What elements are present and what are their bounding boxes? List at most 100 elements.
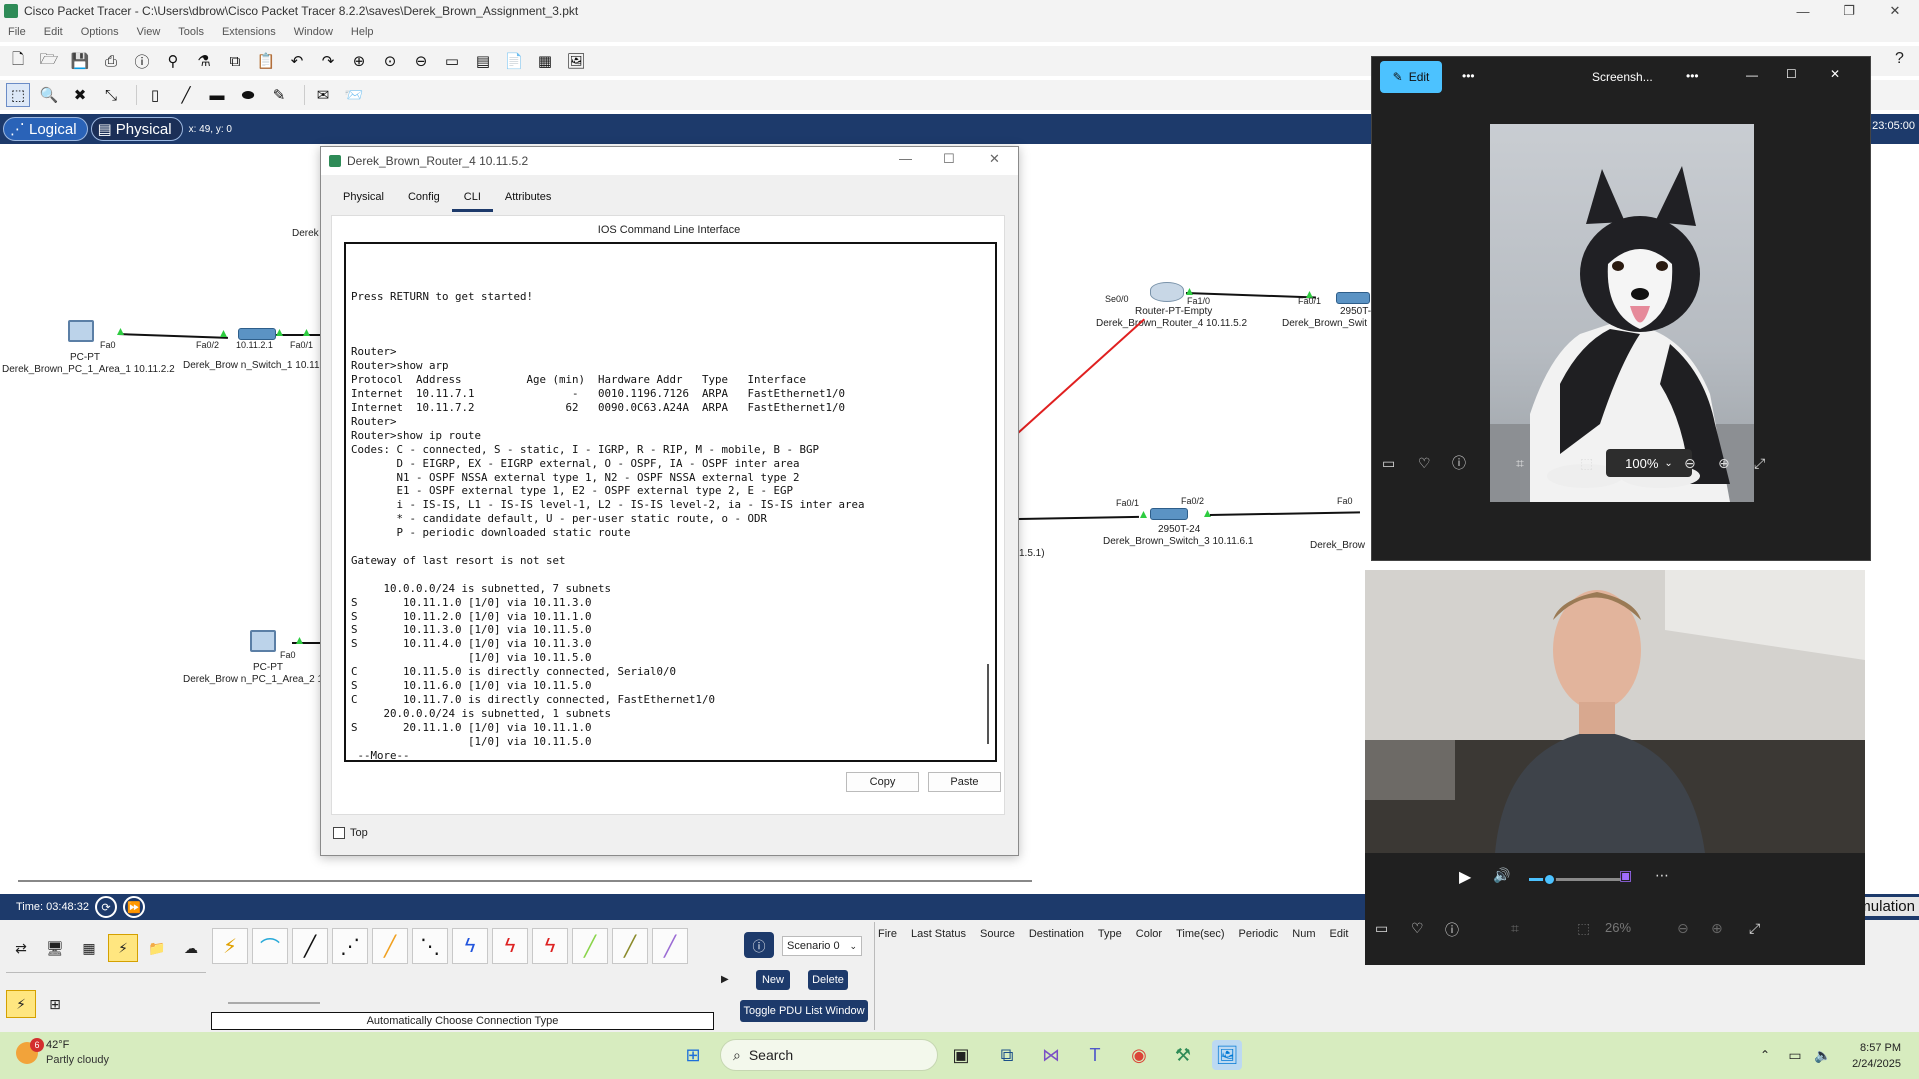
ethernet-link[interactable]: [1209, 511, 1360, 516]
zoom-select[interactable]: 100% ⌄: [1606, 449, 1692, 477]
fullscreen-icon[interactable]: ⤢: [1749, 920, 1760, 937]
delete-scenario-button[interactable]: Delete: [808, 970, 848, 990]
close-icon[interactable]: ✕: [1830, 67, 1840, 81]
custom-device-icon[interactable]: ▤: [471, 49, 495, 73]
serial-dte-cable-icon[interactable]: ϟ: [532, 928, 568, 964]
copy-button[interactable]: Copy: [846, 772, 919, 792]
grid-icon[interactable]: ⊞: [42, 994, 68, 1014]
tab-config[interactable]: Config: [396, 185, 452, 212]
cable-scrollbar[interactable]: [228, 1002, 320, 1004]
serial-dce-cable-icon[interactable]: ϟ: [492, 928, 528, 964]
switch-device-icon[interactable]: [238, 328, 276, 340]
menu-tools[interactable]: Tools: [178, 26, 204, 38]
column-edit[interactable]: Edit: [1330, 928, 1349, 940]
show-hidden-icons-icon[interactable]: ⌃: [1750, 1040, 1780, 1070]
components-icon[interactable]: ▦: [76, 938, 102, 958]
info-icon[interactable]: ⓘ: [130, 49, 154, 73]
crossover-cable-icon[interactable]: ⋰: [332, 928, 368, 964]
filmstrip-icon[interactable]: ▭: [1382, 455, 1395, 472]
column-time[interactable]: Time(sec): [1176, 928, 1224, 940]
webcam-video-frame[interactable]: [1365, 570, 1865, 853]
more-options-icon[interactable]: •••: [1686, 69, 1699, 83]
undo-icon[interactable]: ↶: [285, 49, 309, 73]
notes-icon[interactable]: 📄: [502, 49, 526, 73]
tab-attributes[interactable]: Attributes: [493, 185, 563, 212]
task-view-icon[interactable]: ▣: [946, 1040, 976, 1070]
column-periodic[interactable]: Periodic: [1239, 928, 1279, 940]
fast-forward-icon[interactable]: ⏩: [122, 896, 145, 918]
tab-logical[interactable]: ⋰ Logical: [3, 117, 88, 141]
activity-wizard-icon[interactable]: ⚗: [192, 49, 216, 73]
volume-slider-thumb[interactable]: [1543, 873, 1556, 886]
chrome-icon[interactable]: ◉: [1124, 1040, 1154, 1070]
new-scenario-button[interactable]: New: [756, 970, 790, 990]
column-destination[interactable]: Destination: [1029, 928, 1084, 940]
tab-physical[interactable]: ▤ Physical: [90, 117, 183, 141]
expand-arrow-icon[interactable]: ▶: [721, 974, 729, 985]
draw-line-icon[interactable]: ╱: [174, 83, 198, 107]
iot-cable-icon[interactable]: ╱: [612, 928, 648, 964]
freeform-icon[interactable]: ✎: [267, 83, 291, 107]
tab-cli[interactable]: CLI: [451, 185, 493, 212]
top-checkbox[interactable]: Top: [333, 827, 368, 839]
auto-connection-icon[interactable]: ⚡: [6, 990, 36, 1018]
menu-options[interactable]: Options: [81, 26, 119, 38]
favorite-heart-icon[interactable]: ♡: [1418, 455, 1431, 472]
windows-start-icon[interactable]: ⊞: [678, 1040, 708, 1070]
save-icon[interactable]: 💾: [68, 49, 92, 73]
pc-device-icon[interactable]: [250, 630, 276, 652]
packet-tracer-taskbar-icon[interactable]: ⚒: [1168, 1040, 1198, 1070]
print-icon[interactable]: ⎙: [99, 49, 123, 73]
system-clock[interactable]: 8:57 PM 2/24/2025: [1852, 1040, 1901, 1072]
menu-help[interactable]: Help: [351, 26, 374, 38]
phone-cable-icon[interactable]: ⋱: [412, 928, 448, 964]
cli-terminal[interactable]: Press RETURN to get started! Router> Rou…: [344, 242, 997, 762]
picture-icon[interactable]: 🖼: [564, 49, 588, 73]
console-cable-icon[interactable]: ⌒: [252, 928, 288, 964]
paste-icon[interactable]: 📋: [254, 49, 278, 73]
scenario-select[interactable]: Scenario 0 ⌄: [782, 936, 862, 956]
select-tool-icon[interactable]: ⬚: [6, 83, 30, 107]
close-button[interactable]: ✕: [1872, 0, 1918, 22]
file-info-icon[interactable]: ⓘ: [1445, 920, 1459, 940]
usb-cable-icon[interactable]: ╱: [652, 928, 688, 964]
straight-through-cable-icon[interactable]: ╱: [292, 928, 328, 964]
dialog-minimize-icon[interactable]: —: [899, 151, 912, 166]
fullscreen-icon[interactable]: ⤢: [1754, 455, 1765, 472]
column-num[interactable]: Num: [1292, 928, 1315, 940]
network-icon[interactable]: ▭: [1780, 1040, 1810, 1070]
tab-physical[interactable]: Physical: [331, 185, 396, 212]
more-options-icon[interactable]: ⋯: [1655, 867, 1669, 884]
zoom-in-icon[interactable]: ⊕: [347, 49, 371, 73]
server-icon[interactable]: ▦: [533, 49, 557, 73]
switch-device-icon[interactable]: [1150, 508, 1188, 520]
add-simple-pdu-icon[interactable]: ✉: [311, 83, 335, 107]
visual-search-icon[interactable]: ⌗: [1516, 455, 1524, 472]
ethernet-link[interactable]: [1018, 515, 1139, 520]
maximize-icon[interactable]: ☐: [1786, 67, 1797, 81]
toggle-pdu-list-button[interactable]: Toggle PDU List Window: [740, 1000, 868, 1022]
menu-view[interactable]: View: [137, 26, 161, 38]
inspect-tool-icon[interactable]: 🔍: [37, 83, 61, 107]
dialog-title-bar[interactable]: Derek_Brown_Router_4 10.11.5.2: [321, 147, 1018, 175]
redo-icon[interactable]: ↷: [316, 49, 340, 73]
dialog-maximize-icon[interactable]: ☐: [943, 151, 955, 167]
paste-button[interactable]: Paste: [928, 772, 1001, 792]
weather-widget[interactable]: 6 42°F Partly cloudy: [16, 1038, 109, 1068]
coaxial-cable-icon[interactable]: ϟ: [452, 928, 488, 964]
drawing-palette-icon[interactable]: ▭: [440, 49, 464, 73]
network-info-icon[interactable]: ⚲: [161, 49, 185, 73]
column-color[interactable]: Color: [1136, 928, 1162, 940]
zoom-reset-icon[interactable]: ⊙: [378, 49, 402, 73]
menu-window[interactable]: Window: [294, 26, 333, 38]
resize-tool-icon[interactable]: ⤡: [99, 83, 123, 107]
edit-button[interactable]: ✎ Edit: [1380, 61, 1442, 93]
menu-edit[interactable]: Edit: [44, 26, 63, 38]
place-note-icon[interactable]: ▯: [143, 83, 167, 107]
menu-extensions[interactable]: Extensions: [222, 26, 276, 38]
network-devices-icon[interactable]: ⇄: [8, 938, 34, 958]
file-info-icon[interactable]: ⓘ: [1452, 453, 1466, 473]
dialog-close-icon[interactable]: ✕: [989, 151, 1000, 167]
fit-window-icon[interactable]: ⬚: [1580, 455, 1593, 472]
zoom-out-icon[interactable]: ⊖: [1684, 455, 1696, 472]
